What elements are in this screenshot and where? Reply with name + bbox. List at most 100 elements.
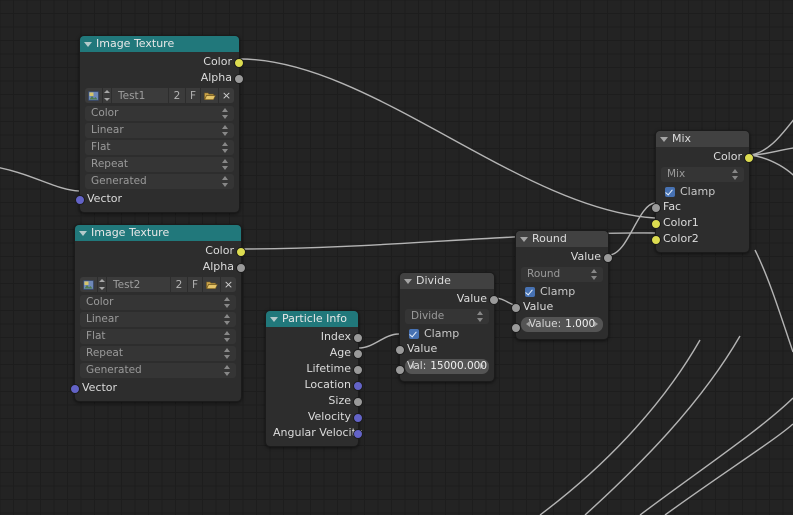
output-socket-row-index[interactable]: Index (266, 329, 363, 345)
socket-color-output[interactable] (234, 58, 244, 68)
collapse-triangle-icon[interactable] (79, 230, 87, 236)
image-name-field[interactable]: Test2 (107, 277, 170, 292)
socket-size-output[interactable] (353, 397, 363, 407)
socket-value2-input[interactable] (511, 323, 521, 333)
dropdown-color-space[interactable]: Color (80, 295, 236, 310)
image-user-count[interactable]: 2 (169, 88, 185, 103)
input-socket-row-color1[interactable]: Color1 (651, 215, 749, 231)
output-socket-row-color[interactable]: Color (656, 149, 754, 165)
arrow-left-icon[interactable] (526, 321, 530, 327)
clamp-checkbox-row[interactable]: Clamp (656, 184, 749, 199)
socket-lifetime-output[interactable] (353, 365, 363, 375)
folder-open-icon[interactable] (203, 277, 220, 292)
output-socket-row-value[interactable]: Value (516, 249, 613, 265)
input-socket-row-color2[interactable]: Color2 (651, 231, 749, 247)
node-divide[interactable]: Divide Value Divide Clamp Value Val: 150… (395, 272, 499, 382)
dropdown-extension[interactable]: Repeat (80, 346, 236, 361)
socket-vector-input[interactable] (75, 195, 85, 205)
output-socket-row-location[interactable]: Location (266, 377, 363, 393)
output-socket-row-size[interactable]: Size (266, 393, 363, 409)
node-header-mix[interactable]: Mix (656, 131, 749, 147)
image-datablock-row[interactable]: Test1 2 F × (85, 88, 234, 103)
output-socket-row-alpha[interactable]: Alpha (80, 70, 244, 86)
dropdown-color-space[interactable]: Color (85, 106, 234, 121)
input-socket-row-vector[interactable]: Vector (75, 191, 239, 207)
input-socket-row-value-field[interactable]: Val: 15000.000 (395, 359, 494, 375)
image-browse-spinner[interactable] (103, 88, 111, 103)
collapse-triangle-icon[interactable] (270, 316, 278, 322)
node-header-image-texture-2[interactable]: Image Texture (75, 225, 241, 241)
arrow-left-icon[interactable] (410, 363, 414, 369)
socket-angular-velocity-output[interactable] (353, 429, 363, 439)
output-socket-row-age[interactable]: Age (266, 345, 363, 361)
node-header-divide[interactable]: Divide (400, 273, 494, 289)
socket-age-output[interactable] (353, 349, 363, 359)
image-fake-user-toggle[interactable]: F (186, 88, 200, 103)
socket-alpha-output[interactable] (236, 263, 246, 273)
arrow-right-icon[interactable] (594, 321, 598, 327)
node-mix[interactable]: Mix Color Mix Clamp Fac Color1 Color2 (651, 130, 754, 253)
socket-color1-input[interactable] (651, 219, 661, 229)
socket-vector-input[interactable] (70, 384, 80, 394)
image-browse-spinner[interactable] (98, 277, 106, 292)
clamp-checkbox-row[interactable]: Clamp (400, 326, 494, 341)
dropdown-source[interactable]: Generated (85, 174, 234, 189)
collapse-triangle-icon[interactable] (404, 278, 412, 284)
node-header-particle-info[interactable]: Particle Info (266, 311, 358, 327)
socket-fac-input[interactable] (651, 203, 661, 213)
clamp-checkbox[interactable] (525, 286, 535, 297)
socket-velocity-output[interactable] (353, 413, 363, 423)
value-number-field[interactable]: Val: 15000.000 (405, 359, 489, 374)
dropdown-source[interactable]: Generated (80, 363, 236, 378)
dropdown-projection[interactable]: Flat (80, 329, 236, 344)
dropdown-operation[interactable]: Round (521, 267, 603, 282)
input-socket-row-value[interactable]: Value (395, 341, 494, 357)
value-number-field[interactable]: Value: 1.000 (521, 317, 603, 332)
node-image-texture-1[interactable]: Image Texture Color Alpha Test1 2 F × Co… (75, 35, 244, 213)
image-user-count[interactable]: 2 (171, 277, 187, 292)
socket-value2-input[interactable] (395, 365, 405, 375)
output-socket-row-alpha[interactable]: Alpha (75, 259, 246, 275)
dropdown-blend-type[interactable]: Mix (661, 167, 744, 182)
image-datablock-icon[interactable] (85, 88, 102, 103)
clamp-checkbox[interactable] (409, 328, 419, 339)
clamp-checkbox[interactable] (665, 186, 675, 197)
image-datablock-row[interactable]: Test2 2 F × (80, 277, 236, 292)
collapse-triangle-icon[interactable] (520, 236, 528, 242)
socket-color-output[interactable] (744, 153, 754, 163)
socket-location-output[interactable] (353, 381, 363, 391)
input-socket-row-fac[interactable]: Fac (651, 199, 749, 215)
input-socket-row-value-field[interactable]: Value: 1.000 (511, 317, 608, 333)
node-image-texture-2[interactable]: Image Texture Color Alpha Test2 2 F × Co… (70, 224, 246, 402)
socket-color-output[interactable] (236, 247, 246, 257)
output-socket-row-angular-velocity[interactable]: Angular Velocity (266, 425, 363, 441)
output-socket-row-velocity[interactable]: Velocity (266, 409, 363, 425)
dropdown-extension[interactable]: Repeat (85, 157, 234, 172)
dropdown-interpolation[interactable]: Linear (80, 312, 236, 327)
x-icon[interactable]: × (221, 277, 236, 292)
collapse-triangle-icon[interactable] (84, 41, 92, 47)
node-header-round[interactable]: Round (516, 231, 608, 247)
image-name-field[interactable]: Test1 (112, 88, 168, 103)
socket-value-input[interactable] (511, 303, 521, 313)
input-socket-row-vector[interactable]: Vector (70, 380, 241, 396)
collapse-triangle-icon[interactable] (660, 136, 668, 142)
input-socket-row-value[interactable]: Value (511, 299, 608, 315)
output-socket-row-value[interactable]: Value (400, 291, 499, 307)
node-round[interactable]: Round Value Round Clamp Value Value: 1.0… (511, 230, 613, 340)
socket-value-input[interactable] (395, 345, 405, 355)
socket-color2-input[interactable] (651, 235, 661, 245)
dropdown-operation[interactable]: Divide (405, 309, 489, 324)
dropdown-projection[interactable]: Flat (85, 140, 234, 155)
clamp-checkbox-row[interactable]: Clamp (516, 284, 608, 299)
node-particle-info[interactable]: Particle Info Index Age Lifetime Locatio… (265, 310, 363, 447)
socket-alpha-output[interactable] (234, 74, 244, 84)
x-icon[interactable]: × (219, 88, 234, 103)
dropdown-interpolation[interactable]: Linear (85, 123, 234, 138)
output-socket-row-color[interactable]: Color (75, 243, 246, 259)
socket-index-output[interactable] (353, 333, 363, 343)
image-datablock-icon[interactable] (80, 277, 97, 292)
image-fake-user-toggle[interactable]: F (188, 277, 202, 292)
arrow-right-icon[interactable] (480, 363, 484, 369)
socket-value-output[interactable] (603, 253, 613, 263)
